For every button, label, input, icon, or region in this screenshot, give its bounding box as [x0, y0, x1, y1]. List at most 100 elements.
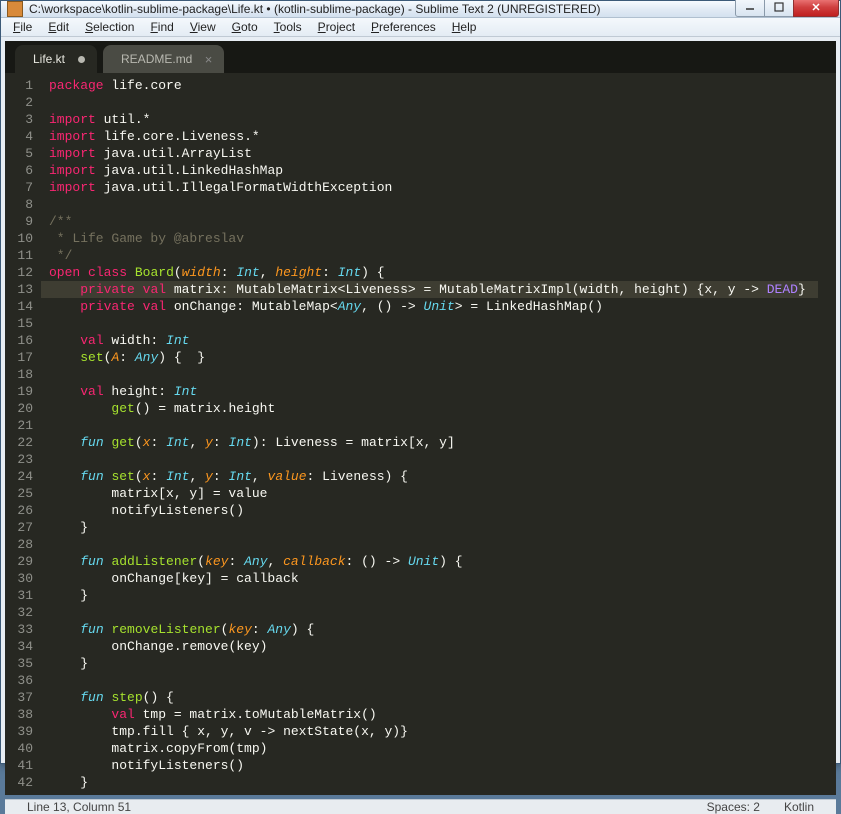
- line-number: 10: [5, 230, 33, 247]
- line-number: 26: [5, 502, 33, 519]
- menu-goto[interactable]: Goto: [224, 18, 266, 36]
- code-line[interactable]: }: [41, 774, 836, 791]
- line-number: 36: [5, 672, 33, 689]
- menu-tools[interactable]: Tools: [266, 18, 310, 36]
- code-line[interactable]: get() = matrix.height: [41, 400, 836, 417]
- code-line[interactable]: }: [41, 587, 836, 604]
- code-line[interactable]: import life.core.Liveness.*: [41, 128, 836, 145]
- code-line[interactable]: [41, 196, 836, 213]
- app-window: C:\workspace\kotlin-sublime-package\Life…: [0, 0, 841, 764]
- code-line[interactable]: fun addListener(key: Any, callback: () -…: [41, 553, 836, 570]
- editor-area: Life.ktREADME.md× 1234567891011121314151…: [5, 41, 836, 795]
- status-indent[interactable]: Spaces: 2: [695, 800, 772, 814]
- line-number: 29: [5, 553, 33, 570]
- code-line[interactable]: fun removeListener(key: Any) {: [41, 621, 836, 638]
- code-line[interactable]: tmp.fill { x, y, v -> nextState(x, y)}: [41, 723, 836, 740]
- code-line[interactable]: /**: [41, 213, 836, 230]
- code-line[interactable]: [41, 536, 836, 553]
- tab-readme-md[interactable]: README.md×: [103, 45, 224, 73]
- code-line[interactable]: fun set(x: Int, y: Int, value: Liveness)…: [41, 468, 836, 485]
- code-line[interactable]: notifyListeners(): [41, 757, 836, 774]
- code-line[interactable]: val width: Int: [41, 332, 836, 349]
- menu-edit[interactable]: Edit: [40, 18, 77, 36]
- code-line[interactable]: import java.util.LinkedHashMap: [41, 162, 836, 179]
- menu-selection[interactable]: Selection: [77, 18, 142, 36]
- code-line[interactable]: onChange[key] = callback: [41, 570, 836, 587]
- menu-project[interactable]: Project: [310, 18, 363, 36]
- code-line[interactable]: matrix[x, y] = value: [41, 485, 836, 502]
- code-line[interactable]: import java.util.IllegalFormatWidthExcep…: [41, 179, 836, 196]
- tabbar: Life.ktREADME.md×: [5, 41, 836, 73]
- code-line[interactable]: [41, 451, 836, 468]
- line-number: 18: [5, 366, 33, 383]
- code-line[interactable]: import util.*: [41, 111, 836, 128]
- window-controls: [736, 0, 839, 17]
- code-line[interactable]: [41, 672, 836, 689]
- minimap[interactable]: [818, 73, 836, 795]
- tab-close-icon[interactable]: ×: [205, 52, 213, 67]
- code-line[interactable]: */: [41, 247, 836, 264]
- code-line[interactable]: fun get(x: Int, y: Int): Liveness = matr…: [41, 434, 836, 451]
- titlebar[interactable]: C:\workspace\kotlin-sublime-package\Life…: [1, 1, 840, 18]
- code-line[interactable]: [41, 366, 836, 383]
- code-line[interactable]: package life.core: [41, 77, 836, 94]
- line-number: 27: [5, 519, 33, 536]
- minimize-button[interactable]: [735, 0, 765, 17]
- code-line[interactable]: [41, 417, 836, 434]
- code-line[interactable]: fun step() {: [41, 689, 836, 706]
- code-line[interactable]: }: [41, 519, 836, 536]
- menu-preferences[interactable]: Preferences: [363, 18, 444, 36]
- menubar: FileEditSelectionFindViewGotoToolsProjec…: [1, 18, 840, 37]
- menu-view[interactable]: View: [182, 18, 224, 36]
- close-button[interactable]: [793, 0, 839, 17]
- menu-file[interactable]: File: [5, 18, 40, 36]
- code-line[interactable]: private val matrix: MutableMatrix<Livene…: [41, 281, 836, 298]
- code-line[interactable]: private val onChange: MutableMap<Any, ()…: [41, 298, 836, 315]
- code-line[interactable]: notifyListeners(): [41, 502, 836, 519]
- status-cursor[interactable]: Line 13, Column 51: [15, 800, 143, 814]
- line-number: 24: [5, 468, 33, 485]
- line-number: 2: [5, 94, 33, 111]
- line-number: 38: [5, 706, 33, 723]
- line-number: 3: [5, 111, 33, 128]
- code-line[interactable]: [41, 315, 836, 332]
- dirty-indicator-icon: [78, 56, 85, 63]
- code-line[interactable]: matrix.copyFrom(tmp): [41, 740, 836, 757]
- line-number: 28: [5, 536, 33, 553]
- line-number: 20: [5, 400, 33, 417]
- line-number: 42: [5, 774, 33, 791]
- line-number: 15: [5, 315, 33, 332]
- code-content[interactable]: package life.core import util.*import lif…: [41, 73, 836, 795]
- maximize-button[interactable]: [764, 0, 794, 17]
- line-number: 9: [5, 213, 33, 230]
- line-number: 30: [5, 570, 33, 587]
- menu-find[interactable]: Find: [142, 18, 181, 36]
- line-number: 7: [5, 179, 33, 196]
- line-number: 37: [5, 689, 33, 706]
- line-number: 12: [5, 264, 33, 281]
- code-line[interactable]: * Life Game by @abreslav: [41, 230, 836, 247]
- menu-help[interactable]: Help: [444, 18, 485, 36]
- status-language[interactable]: Kotlin: [772, 800, 826, 814]
- code-line[interactable]: [41, 604, 836, 621]
- code-line[interactable]: import java.util.ArrayList: [41, 145, 836, 162]
- line-number: 23: [5, 451, 33, 468]
- code-view[interactable]: 1234567891011121314151617181920212223242…: [5, 73, 836, 795]
- tab-life-kt[interactable]: Life.kt: [15, 45, 97, 73]
- line-number: 16: [5, 332, 33, 349]
- line-number: 22: [5, 434, 33, 451]
- code-line[interactable]: }: [41, 655, 836, 672]
- line-number: 13: [5, 281, 33, 298]
- statusbar: Line 13, Column 51 Spaces: 2 Kotlin: [5, 799, 836, 814]
- code-line[interactable]: val height: Int: [41, 383, 836, 400]
- code-line[interactable]: open class Board(width: Int, height: Int…: [41, 264, 836, 281]
- line-number: 40: [5, 740, 33, 757]
- line-number: 11: [5, 247, 33, 264]
- line-number: 31: [5, 587, 33, 604]
- code-line[interactable]: [41, 94, 836, 111]
- line-number: 19: [5, 383, 33, 400]
- code-line[interactable]: val tmp = matrix.toMutableMatrix(): [41, 706, 836, 723]
- code-line[interactable]: set(A: Any) { }: [41, 349, 836, 366]
- code-line[interactable]: onChange.remove(key): [41, 638, 836, 655]
- line-number: 35: [5, 655, 33, 672]
